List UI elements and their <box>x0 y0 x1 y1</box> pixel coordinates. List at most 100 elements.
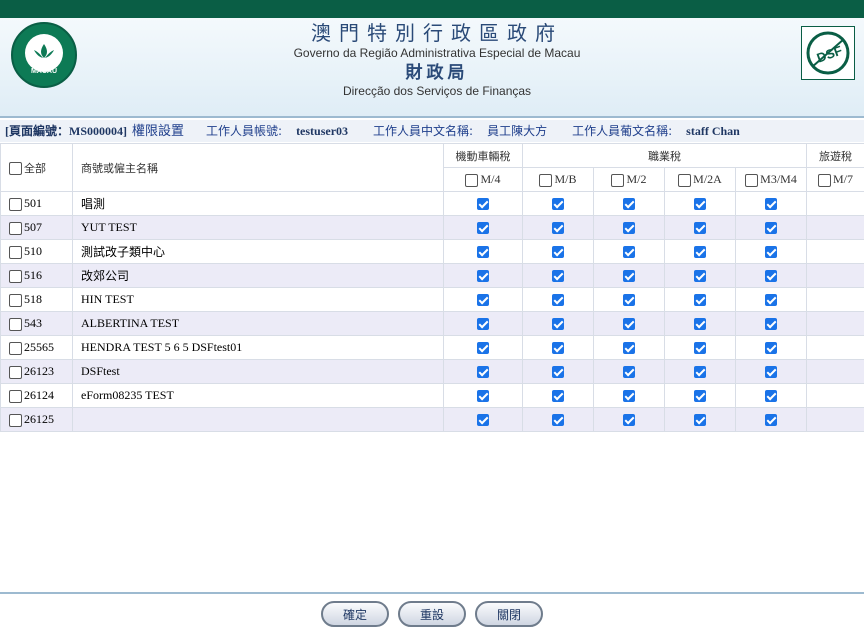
permission-checkbox-checked[interactable] <box>552 198 564 211</box>
table-row: 25565 HENDRA TEST 5 6 5 DSFtest01 <box>0 335 864 360</box>
permission-checkbox-checked[interactable] <box>477 246 489 259</box>
permission-checkbox-checked[interactable] <box>694 366 706 379</box>
permission-checkbox-checked[interactable] <box>765 342 777 355</box>
permission-cell <box>735 359 807 384</box>
column-header: M/4 <box>443 167 523 192</box>
row-select-checkbox[interactable] <box>9 293 22 307</box>
permission-checkbox-checked[interactable] <box>694 294 706 307</box>
permission-checkbox-checked[interactable] <box>477 366 489 379</box>
permission-checkbox-checked[interactable] <box>694 390 706 403</box>
permission-checkbox-checked[interactable] <box>477 294 489 307</box>
permission-checkbox-checked[interactable] <box>552 366 564 379</box>
permission-checkbox-checked[interactable] <box>623 246 635 259</box>
permission-cell <box>664 383 736 408</box>
close-button[interactable]: 關閉 <box>475 601 543 627</box>
permission-checkbox-checked[interactable] <box>623 318 635 331</box>
permission-checkbox-checked[interactable] <box>552 390 564 403</box>
table-row: 26124 eForm08235 TEST <box>0 383 864 408</box>
permission-checkbox-checked[interactable] <box>552 318 564 331</box>
permission-checkbox-checked[interactable] <box>477 198 489 211</box>
column-select-checkbox[interactable] <box>539 173 553 187</box>
permission-cell <box>735 239 807 264</box>
permission-cell <box>522 263 594 288</box>
macau-emblem-icon: MACAU <box>11 22 77 88</box>
permission-checkbox-checked[interactable] <box>623 222 635 235</box>
permission-checkbox-checked[interactable] <box>765 366 777 379</box>
row-name: DSFtest <box>72 359 444 384</box>
permission-cell <box>522 407 594 432</box>
permission-checkbox-checked[interactable] <box>765 390 777 403</box>
permission-checkbox-checked[interactable] <box>694 318 706 331</box>
permission-cell <box>443 239 523 264</box>
info-bar: [頁面編號：MS000004] 權限設置 工作人員帳號: testuser03 … <box>0 120 864 142</box>
permission-checkbox-checked[interactable] <box>477 414 489 427</box>
permission-checkbox-checked[interactable] <box>623 366 635 379</box>
row-select-checkbox[interactable] <box>9 413 22 427</box>
row-name: HENDRA TEST 5 6 5 DSFtest01 <box>72 335 444 360</box>
permission-cell <box>593 287 665 312</box>
permission-checkbox-checked[interactable] <box>765 198 777 211</box>
permission-checkbox-checked[interactable] <box>552 222 564 235</box>
column-header: M/7 <box>806 167 864 192</box>
permission-cell <box>664 191 736 216</box>
permission-checkbox-checked[interactable] <box>552 246 564 259</box>
permission-checkbox-checked[interactable] <box>694 198 706 211</box>
permission-checkbox-checked[interactable] <box>694 246 706 259</box>
row-select-checkbox[interactable] <box>9 365 22 379</box>
row-id-cell: 510 <box>0 239 73 264</box>
permission-cell <box>664 239 736 264</box>
column-select-checkbox[interactable] <box>611 173 625 187</box>
table-row: 516 改郊公司 <box>0 263 864 288</box>
permission-checkbox-checked[interactable] <box>477 222 489 235</box>
permission-checkbox-checked[interactable] <box>765 318 777 331</box>
permission-cell <box>806 239 864 264</box>
row-name: YUT TEST <box>72 215 444 240</box>
permission-cell <box>443 215 523 240</box>
permission-checkbox-checked[interactable] <box>765 270 777 283</box>
row-select-checkbox[interactable] <box>9 317 22 331</box>
permission-checkbox-checked[interactable] <box>623 342 635 355</box>
permission-checkbox-checked[interactable] <box>694 222 706 235</box>
column-select-checkbox[interactable] <box>678 173 692 187</box>
permission-checkbox-checked[interactable] <box>623 390 635 403</box>
table-row: 501 唱測 <box>0 191 864 216</box>
permission-checkbox-checked[interactable] <box>623 270 635 283</box>
permission-checkbox-checked[interactable] <box>552 342 564 355</box>
permission-checkbox-checked[interactable] <box>477 390 489 403</box>
row-id: 25565 <box>24 340 54 354</box>
permission-checkbox-checked[interactable] <box>552 414 564 427</box>
permission-checkbox-checked[interactable] <box>477 270 489 283</box>
page-header: MACAU 澳門特別行政區政府 Governo da Região Admini… <box>0 18 864 118</box>
confirm-button[interactable]: 確定 <box>321 601 389 627</box>
row-select-checkbox[interactable] <box>9 389 22 403</box>
select-all-checkbox[interactable] <box>9 162 22 176</box>
permission-checkbox-checked[interactable] <box>552 294 564 307</box>
permission-checkbox-checked[interactable] <box>765 294 777 307</box>
permission-cell <box>735 311 807 336</box>
permission-cell <box>806 335 864 360</box>
permission-checkbox-checked[interactable] <box>623 414 635 427</box>
permission-checkbox-checked[interactable] <box>477 342 489 355</box>
column-select-checkbox[interactable] <box>465 173 479 187</box>
permission-checkbox-checked[interactable] <box>552 270 564 283</box>
permission-checkbox-checked[interactable] <box>765 246 777 259</box>
row-select-checkbox[interactable] <box>9 245 22 259</box>
row-select-checkbox[interactable] <box>9 269 22 283</box>
column-select-checkbox[interactable] <box>745 173 759 187</box>
permission-cell <box>522 311 594 336</box>
permission-checkbox-checked[interactable] <box>623 198 635 211</box>
permission-checkbox-checked[interactable] <box>623 294 635 307</box>
reset-button[interactable]: 重設 <box>398 601 466 627</box>
permission-cell <box>664 215 736 240</box>
permission-checkbox-checked[interactable] <box>765 414 777 427</box>
permission-checkbox-checked[interactable] <box>694 414 706 427</box>
permission-checkbox-checked[interactable] <box>765 222 777 235</box>
column-select-checkbox[interactable] <box>817 173 831 187</box>
permission-checkbox-checked[interactable] <box>694 342 706 355</box>
row-select-checkbox[interactable] <box>9 341 22 355</box>
permission-checkbox-checked[interactable] <box>694 270 706 283</box>
permission-checkbox-checked[interactable] <box>477 318 489 331</box>
row-select-checkbox[interactable] <box>9 221 22 235</box>
row-select-checkbox[interactable] <box>9 197 22 211</box>
column-header: M/2 <box>593 167 665 192</box>
